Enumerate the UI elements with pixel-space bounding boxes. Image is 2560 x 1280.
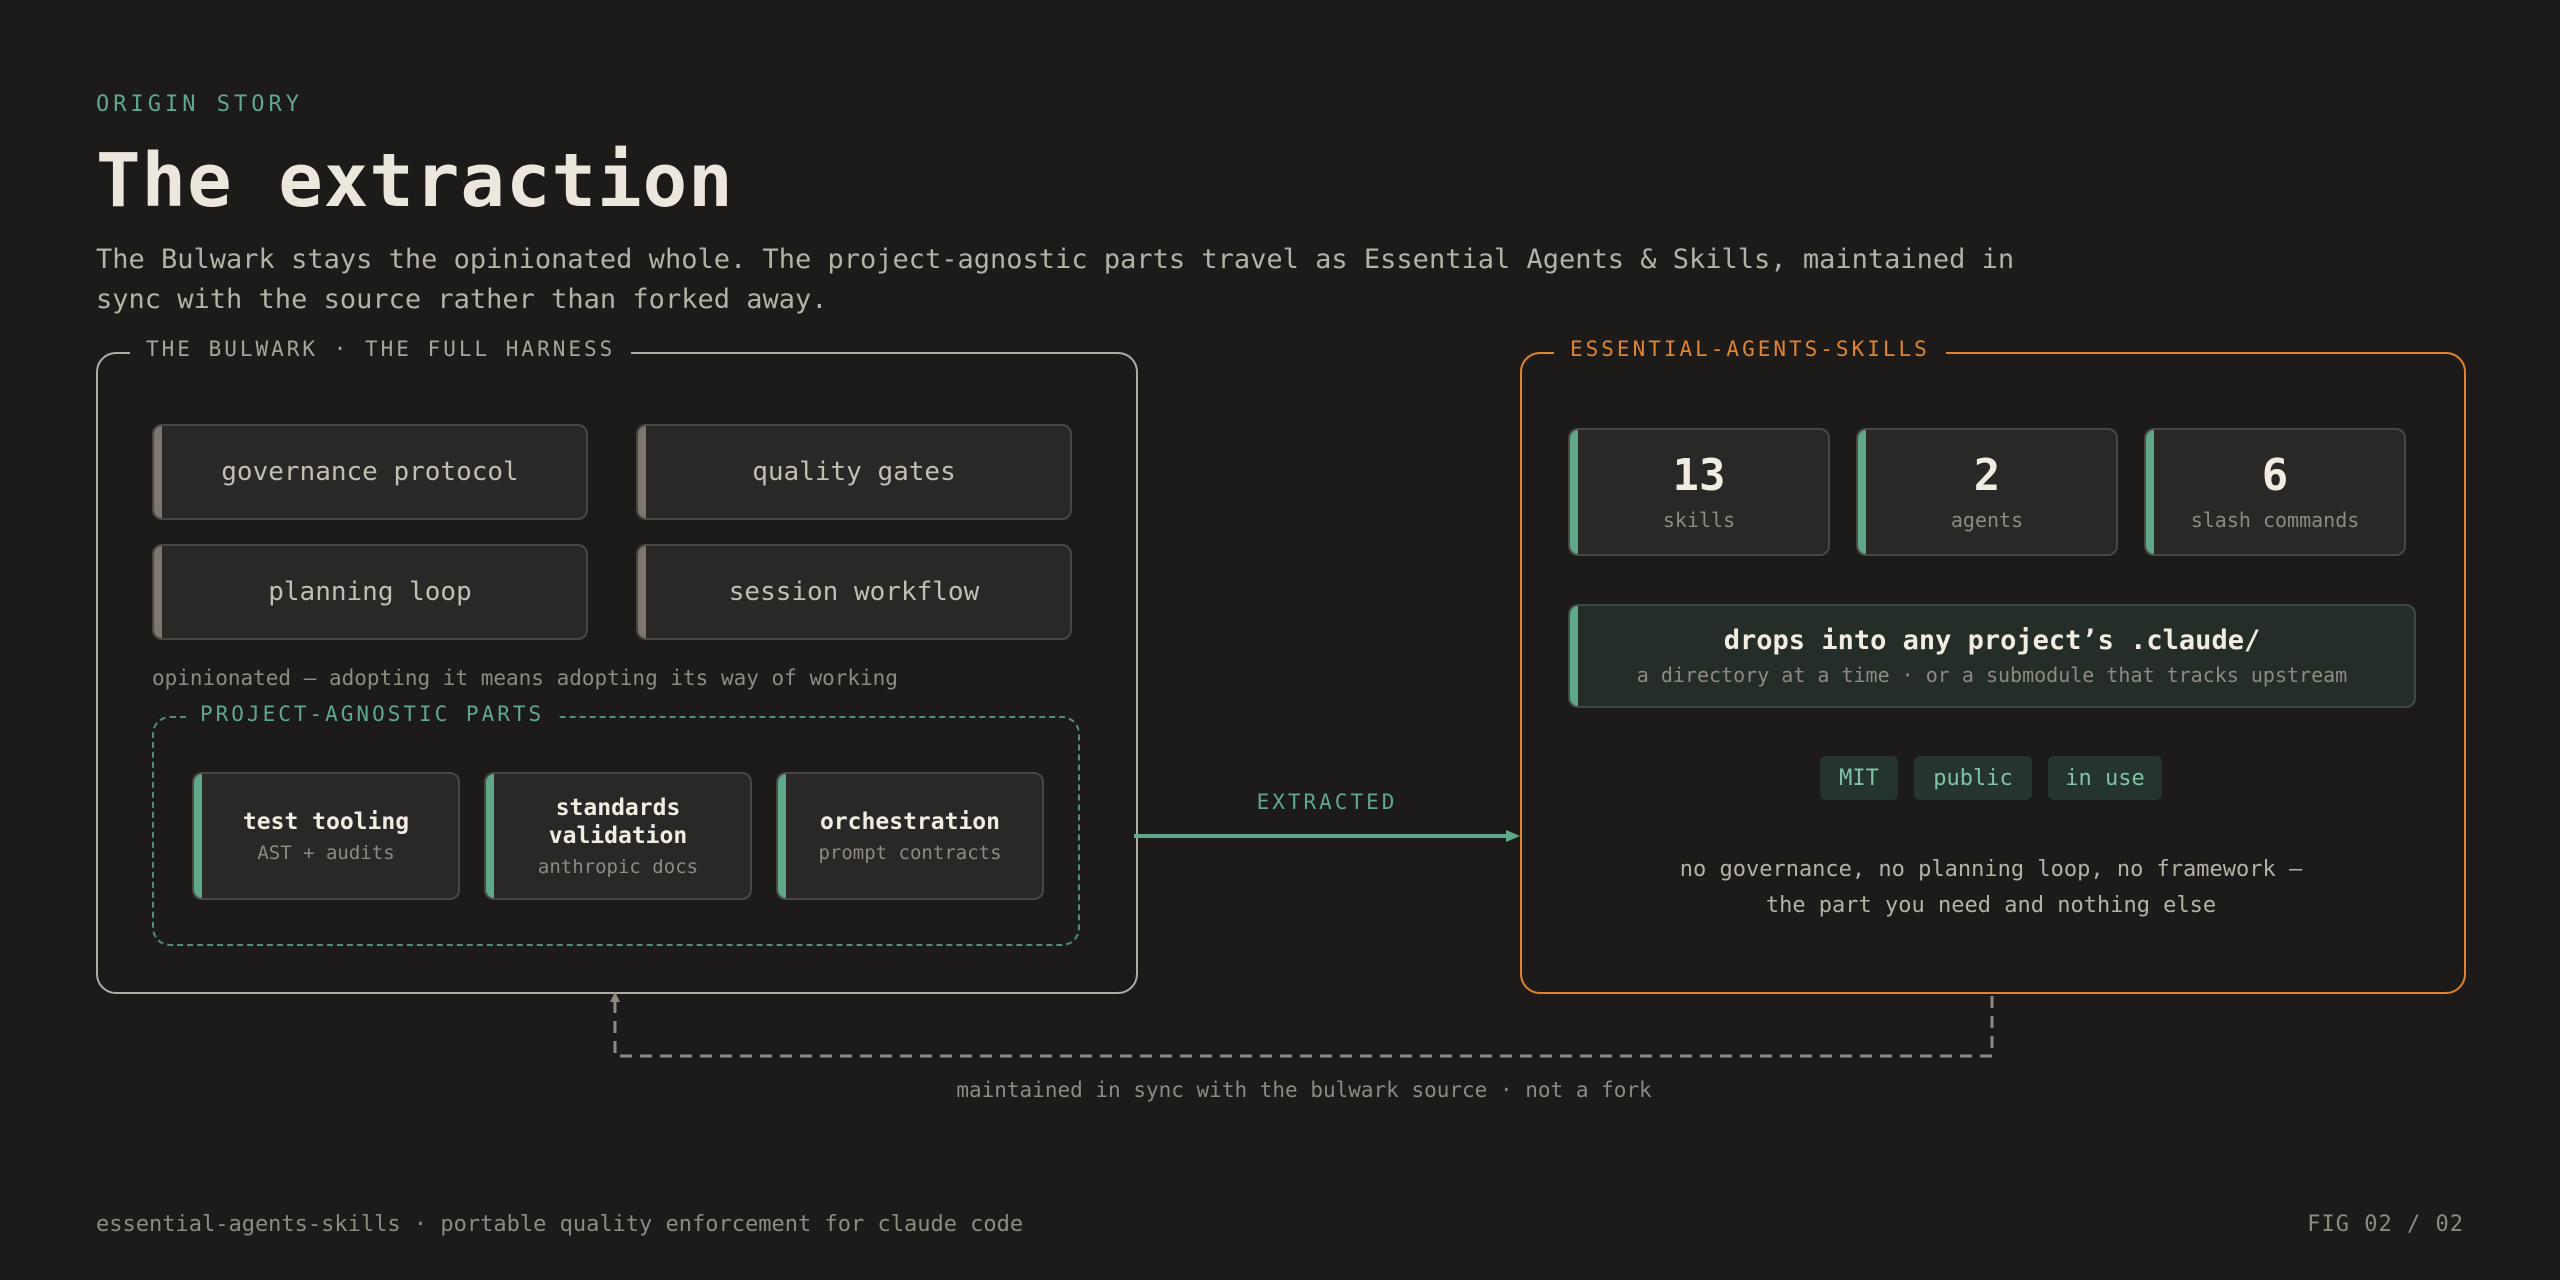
component-planning-loop: planning loop — [152, 544, 588, 640]
stat-value: 6 — [2261, 450, 2289, 501]
agnostic-item-detail: prompt contracts — [818, 842, 1002, 864]
badge-in-use: in use — [2048, 756, 2162, 800]
stat-agents: 2 agents — [1856, 428, 2118, 556]
agnostic-group-label: PROJECT-AGNOSTIC PARTS — [186, 702, 559, 726]
stat-label: slash commands — [2190, 508, 2360, 532]
agnostic-item-detail: anthropic docs — [537, 856, 699, 878]
agnostic-item-test-tooling: test tooling AST + audits — [192, 772, 460, 900]
stat-skills: 13 skills — [1568, 428, 1830, 556]
figure-number: FIG 02 / 02 — [2307, 1212, 2464, 1237]
agnostic-item-orchestration: orchestration prompt contracts — [776, 772, 1044, 900]
footer-caption: essential-agents-skills · portable quali… — [96, 1212, 1024, 1237]
badge-mit: MIT — [1820, 756, 1898, 800]
eyebrow: ORIGIN STORY — [96, 92, 303, 117]
essential-summary: no governance, no planning loop, no fram… — [1520, 852, 2462, 924]
page-title: The extraction — [96, 138, 734, 224]
page-subtitle: The Bulwark stays the opinionated whole.… — [96, 244, 2015, 315]
summary-line: no governance, no planning loop, no fram… — [1679, 857, 2303, 882]
extracted-label: EXTRACTED — [1256, 790, 1398, 814]
drop-in-detail: a directory at a time · or a submodule t… — [1636, 663, 2348, 687]
stat-label: agents — [1950, 508, 2024, 532]
badge-public: public — [1914, 756, 2032, 800]
extracted-arrow — [1134, 830, 1520, 842]
stat-label: skills — [1662, 508, 1736, 532]
stat-value: 13 — [1672, 450, 1726, 501]
component-session-workflow: session workflow — [636, 544, 1072, 640]
drop-in-callout: drops into any project’s .claude/ a dire… — [1568, 604, 2416, 708]
component-governance-protocol: governance protocol — [152, 424, 588, 520]
component-quality-gates: quality gates — [636, 424, 1072, 520]
bulwark-panel-label: THE BULWARK · THE FULL HARNESS — [130, 337, 632, 361]
essential-panel-label: ESSENTIAL-AGENTS-SKILLS — [1554, 337, 1946, 361]
bulwark-note: opinionated — adopting it means adopting… — [152, 666, 898, 690]
agnostic-item-standards-validation: standards validation anthropic docs — [484, 772, 752, 900]
agnostic-item-name: standards validation — [548, 795, 688, 849]
drop-in-title: drops into any project’s .claude/ — [1723, 625, 2261, 656]
stat-value: 2 — [1973, 450, 2001, 501]
agnostic-item-detail: AST + audits — [257, 842, 395, 864]
sync-note: maintained in sync with the bulwark sour… — [956, 1078, 1652, 1102]
sync-connector — [610, 992, 1994, 1058]
agnostic-item-name: test tooling — [242, 809, 410, 835]
summary-line: the part you need and nothing else — [1765, 893, 2217, 918]
stat-slash-commands: 6 slash commands — [2144, 428, 2406, 556]
agnostic-item-name: orchestration — [819, 809, 1000, 835]
